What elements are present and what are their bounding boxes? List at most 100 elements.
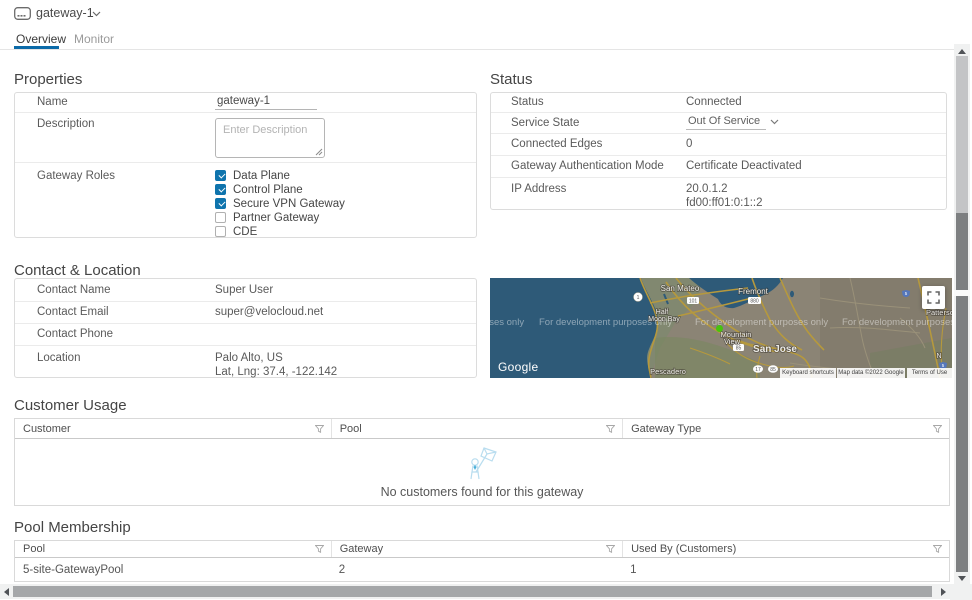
location-map[interactable]: 1 101 880 85 17 85 5 5 San Mateo Fremont… xyxy=(490,278,952,378)
map-watermark: For development purposes only xyxy=(539,317,672,328)
name-label: Name xyxy=(15,96,215,108)
customer-usage-table: Customer Pool Gateway Type No customers … xyxy=(14,418,950,506)
tab-overview[interactable]: Overview xyxy=(16,32,66,46)
pool-membership-table: Pool Gateway Used By (Customers) 5-site-… xyxy=(14,540,950,582)
vertical-scrollbar[interactable] xyxy=(954,44,970,585)
svg-text:View: View xyxy=(724,337,741,346)
horizontal-scrollbar[interactable] xyxy=(0,584,950,599)
column-header-pool[interactable]: Pool xyxy=(15,541,331,557)
status-card: Status Connected Service State Out Of Se… xyxy=(490,92,947,210)
google-logo[interactable]: Google xyxy=(498,360,539,374)
status-label: Status xyxy=(491,96,686,108)
connected-edges-value: 0 xyxy=(686,138,946,150)
properties-title: Properties xyxy=(14,71,82,88)
role-control-plane[interactable]: Control Plane xyxy=(215,184,476,195)
svg-text:N: N xyxy=(936,353,941,360)
terms-of-use-link[interactable]: Terms of Use xyxy=(907,368,952,378)
svg-text:Patterson: Patterson xyxy=(926,308,952,317)
contact-name-value: Super User xyxy=(215,284,476,296)
checkbox-secure-vpn-gateway[interactable] xyxy=(215,198,226,209)
scroll-right-arrow[interactable] xyxy=(941,588,946,596)
chevron-down-icon xyxy=(770,119,779,125)
scroll-down-arrow[interactable] xyxy=(958,576,966,581)
filter-icon[interactable] xyxy=(606,545,615,553)
location-label: Location xyxy=(15,351,215,365)
column-header-gateway[interactable]: Gateway xyxy=(331,541,622,557)
empty-state-icon xyxy=(15,445,949,488)
description-textarea[interactable]: Enter Description xyxy=(215,118,325,158)
pool-membership-title: Pool Membership xyxy=(14,519,131,536)
scroll-up-arrow[interactable] xyxy=(958,49,966,54)
gateway-auth-mode-value: Certificate Deactivated xyxy=(686,160,946,172)
ip-address-label: IP Address xyxy=(491,182,686,196)
scrollbar-thumb[interactable] xyxy=(956,213,968,290)
empty-state-text: No customers found for this gateway xyxy=(15,485,949,499)
filter-icon[interactable] xyxy=(315,425,324,433)
status-value: Connected xyxy=(686,96,946,108)
ip-address-value: 20.0.1.2 fd00:ff01:0:1::2 xyxy=(686,182,946,210)
svg-text:880: 880 xyxy=(750,299,759,305)
table-row[interactable]: 5-site-GatewayPool 2 1 xyxy=(15,558,949,582)
column-header-pool[interactable]: Pool xyxy=(331,419,622,438)
map-watermark: For development purposes only xyxy=(695,317,828,328)
svg-text:85: 85 xyxy=(736,346,742,352)
scroll-left-arrow[interactable] xyxy=(4,588,9,596)
map-watermark: For development purposes only xyxy=(490,317,524,328)
resize-handle-icon[interactable] xyxy=(314,147,323,156)
role-data-plane[interactable]: Data Plane xyxy=(215,170,476,181)
scrollbar-thumb[interactable] xyxy=(956,296,968,572)
contact-location-title: Contact & Location xyxy=(14,262,141,279)
tab-monitor[interactable]: Monitor xyxy=(74,32,114,46)
role-cde[interactable]: CDE xyxy=(215,226,476,237)
location-value: Palo Alto, US Lat, Lng: 37.4, -122.142 xyxy=(215,351,476,379)
svg-text:17: 17 xyxy=(755,367,761,373)
svg-text:Fremont: Fremont xyxy=(738,287,769,296)
column-header-gateway-type[interactable]: Gateway Type xyxy=(622,419,949,438)
svg-text:San Jose: San Jose xyxy=(753,344,797,355)
tabbar-divider xyxy=(0,49,954,50)
pool-cell: 5-site-GatewayPool xyxy=(15,564,331,576)
svg-text:San Mateo: San Mateo xyxy=(661,284,700,293)
filter-icon[interactable] xyxy=(315,545,324,553)
column-header-customer[interactable]: Customer xyxy=(15,419,331,438)
checkbox-control-plane[interactable] xyxy=(215,184,226,195)
chevron-down-icon[interactable] xyxy=(92,11,101,17)
filter-icon[interactable] xyxy=(933,545,942,553)
used-by-cell: 1 xyxy=(622,564,949,576)
filter-icon[interactable] xyxy=(933,425,942,433)
contact-email-value: super@velocloud.net xyxy=(215,306,476,318)
contact-phone-label: Contact Phone xyxy=(15,328,215,340)
checkbox-partner-gateway[interactable] xyxy=(215,212,226,223)
service-state-select[interactable]: Out Of Service xyxy=(686,115,766,130)
contact-name-label: Contact Name xyxy=(15,284,215,296)
svg-text:101: 101 xyxy=(689,299,698,305)
page-title[interactable]: gateway-1 xyxy=(36,6,94,20)
name-input[interactable] xyxy=(215,95,317,110)
role-partner-gateway[interactable]: Partner Gateway xyxy=(215,212,476,223)
description-label: Description xyxy=(15,118,215,130)
status-title: Status xyxy=(490,71,533,88)
map-data-attribution: Map data ©2022 Google xyxy=(837,368,905,378)
checkbox-data-plane[interactable] xyxy=(215,170,226,181)
filter-icon[interactable] xyxy=(606,425,615,433)
contact-email-label: Contact Email xyxy=(15,306,215,318)
map-watermark: For development purposes only xyxy=(842,317,952,328)
svg-text:Half: Half xyxy=(656,309,669,316)
map-marker[interactable] xyxy=(716,325,723,332)
description-placeholder: Enter Description xyxy=(223,124,307,136)
scrollbar-corner xyxy=(950,584,972,600)
gateway-cell: 2 xyxy=(331,564,622,576)
column-header-used-by[interactable]: Used By (Customers) xyxy=(622,541,949,557)
gateway-icon xyxy=(14,7,31,20)
keyboard-shortcuts-link[interactable]: Keyboard shortcuts xyxy=(780,368,836,378)
connected-edges-label: Connected Edges xyxy=(491,138,686,150)
scrollbar-thumb[interactable] xyxy=(13,586,932,597)
gateway-auth-mode-label: Gateway Authentication Mode xyxy=(491,160,686,172)
checkbox-cde[interactable] xyxy=(215,226,226,237)
contact-card: Contact Name Super User Contact Email su… xyxy=(14,278,477,378)
scrollbar-thumb[interactable] xyxy=(956,56,968,213)
role-secure-vpn-gateway[interactable]: Secure VPN Gateway xyxy=(215,198,476,209)
fullscreen-button[interactable] xyxy=(922,286,945,309)
fullscreen-icon xyxy=(927,291,940,304)
service-state-label: Service State xyxy=(491,117,686,129)
